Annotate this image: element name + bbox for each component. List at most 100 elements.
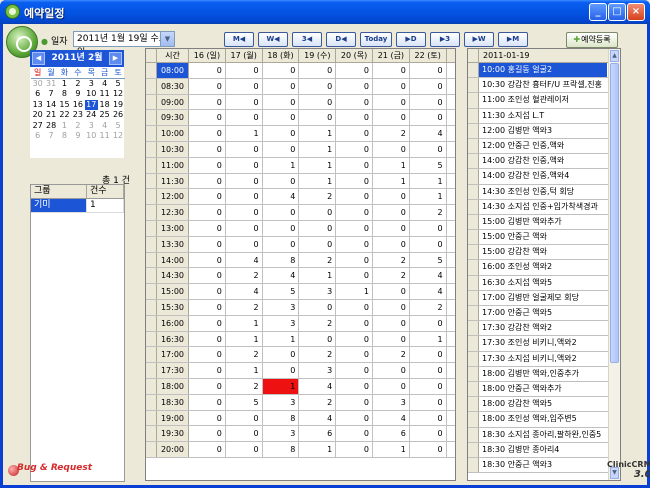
count-cell[interactable]: 0: [336, 394, 373, 410]
count-cell[interactable]: 0: [336, 252, 373, 268]
prev-day-button[interactable]: D◀: [326, 32, 356, 47]
count-cell[interactable]: 0: [226, 63, 263, 78]
count-cell[interactable]: 0: [226, 410, 263, 426]
count-cell[interactable]: 2: [226, 378, 263, 394]
list-item[interactable]: 12:00 김병만 액와3: [468, 123, 620, 139]
appointment-text[interactable]: 17:00 안중근 액와5: [479, 306, 607, 320]
count-cell[interactable]: 2: [299, 394, 337, 410]
count-cell[interactable]: 0: [410, 63, 447, 78]
row-indicator[interactable]: [146, 220, 157, 236]
list-item[interactable]: 15:00 김병만 액와추가: [468, 214, 620, 231]
row-indicator[interactable]: [146, 94, 157, 110]
calendar-day[interactable]: 10: [85, 89, 98, 100]
calendar-day[interactable]: 5: [111, 79, 124, 90]
count-cell[interactable]: 0: [336, 110, 373, 126]
count-cell[interactable]: 0: [263, 236, 300, 252]
day-col-header[interactable]: 18 (화): [263, 49, 300, 62]
count-cell[interactable]: 0: [410, 426, 447, 442]
count-cell[interactable]: 1: [262, 378, 300, 394]
row-indicator[interactable]: [468, 351, 479, 366]
count-cell[interactable]: 2: [226, 347, 263, 363]
appointment-text[interactable]: 17:00 김병만 얼굴제모 회당: [479, 291, 607, 305]
list-item[interactable]: 18:30 소지섭 종아리,팔하완,인중5: [468, 427, 620, 443]
table-row[interactable]: 08:30 0 0 0 0 0 0 0: [146, 78, 455, 95]
row-indicator[interactable]: [468, 169, 479, 184]
count-cell[interactable]: 0: [263, 126, 300, 141]
appointment-text[interactable]: 18:30 안중근 액와3: [479, 458, 607, 472]
table-row[interactable]: 09:00 0 0 0 0 0 0 0: [146, 94, 455, 111]
count-cell[interactable]: 1: [410, 173, 447, 189]
count-cell[interactable]: 0: [410, 378, 447, 394]
row-indicator[interactable]: [468, 275, 479, 290]
next-month-button[interactable]: ▶M: [498, 32, 528, 47]
list-item[interactable]: 14:00 강감찬 인중,액와: [468, 154, 620, 170]
calendar-day[interactable]: 7: [44, 131, 57, 142]
count-cell[interactable]: 0: [410, 410, 447, 426]
count-cell[interactable]: 0: [373, 205, 410, 220]
next-week-button[interactable]: ▶W: [464, 32, 494, 47]
count-cell[interactable]: 0: [263, 141, 300, 157]
calendar-day[interactable]: 20: [31, 110, 44, 121]
count-cell[interactable]: 4: [226, 252, 263, 268]
row-indicator[interactable]: [146, 363, 157, 378]
list-item[interactable]: 10:30 강감찬 흉터F/U 프락셀,진홍: [468, 78, 620, 94]
calendar-day[interactable]: 4: [98, 121, 111, 132]
appointment-text[interactable]: 10:30 강감찬 흉터F/U 프락셀,진홍: [479, 78, 607, 92]
appointment-text[interactable]: 18:30 김병만 종아리4: [479, 443, 607, 457]
count-cell[interactable]: 0: [373, 220, 410, 236]
list-item[interactable]: 15:00 강감찬 액와: [468, 245, 620, 261]
count-cell[interactable]: 0: [189, 63, 226, 78]
count-cell[interactable]: 0: [373, 63, 410, 78]
count-cell[interactable]: 0: [336, 78, 373, 94]
table-row[interactable]: 19:00 0 0 8 4 0 4 0: [146, 410, 455, 427]
row-indicator[interactable]: [146, 78, 157, 94]
table-row[interactable]: 10:00 0 1 0 1 0 2 4: [146, 126, 455, 142]
count-cell[interactable]: 0: [373, 189, 410, 205]
count-cell[interactable]: 0: [263, 205, 300, 220]
calendar-day[interactable]: 24: [85, 110, 98, 121]
count-cell[interactable]: 0: [373, 378, 410, 394]
count-cell[interactable]: 0: [336, 63, 373, 78]
list-item[interactable]: 18:30 안중근 액와3: [468, 457, 620, 474]
count-cell[interactable]: 1: [263, 157, 300, 173]
row-indicator[interactable]: [468, 199, 479, 214]
calendar-day[interactable]: 31: [44, 79, 57, 90]
row-indicator[interactable]: [468, 381, 479, 397]
count-cell[interactable]: 0: [299, 205, 337, 220]
table-row[interactable]: 13:00 0 0 0 0 0 0 0: [146, 220, 455, 237]
time-cell[interactable]: 09:30: [157, 110, 189, 126]
count-cell[interactable]: 0: [226, 189, 263, 205]
row-indicator[interactable]: [468, 93, 479, 108]
count-cell[interactable]: 0: [373, 110, 410, 126]
row-indicator[interactable]: [468, 108, 479, 123]
appointment-text[interactable]: 15:00 강감찬 액와: [479, 245, 607, 259]
count-cell[interactable]: 0: [410, 442, 447, 457]
list-item[interactable]: 18:30 김병만 종아리4: [468, 442, 620, 458]
count-cell[interactable]: 0: [299, 78, 337, 94]
row-indicator[interactable]: [468, 397, 479, 412]
appointment-text[interactable]: 12:00 안중근 인중,액와: [479, 139, 607, 153]
next-3day-button[interactable]: ▶3: [430, 32, 460, 47]
count-cell[interactable]: 0: [226, 442, 263, 457]
list-item[interactable]: 18:00 김병만 액와,인중추가: [468, 366, 620, 382]
count-cell[interactable]: 5: [410, 252, 447, 268]
count-cell[interactable]: 2: [226, 268, 263, 284]
count-cell[interactable]: 1: [299, 126, 337, 141]
count-cell[interactable]: 0: [189, 410, 226, 426]
appointment-text[interactable]: 17:30 소지섭 비키니,액와2: [479, 352, 607, 366]
row-indicator[interactable]: [468, 230, 479, 245]
count-cell[interactable]: 2: [299, 347, 337, 363]
list-item[interactable]: 14:30 조인성 인중,턱 회당: [468, 184, 620, 200]
count-cell[interactable]: 0: [263, 220, 300, 236]
appointment-text[interactable]: 18:00 조인성 액와,입주변5: [479, 412, 607, 426]
time-cell[interactable]: 17:00: [157, 347, 189, 363]
list-item[interactable]: 17:30 소지섭 비키니,액와2: [468, 351, 620, 367]
calendar-day[interactable]: 22: [58, 110, 71, 121]
count-cell[interactable]: 0: [226, 220, 263, 236]
count-cell[interactable]: 0: [189, 252, 226, 268]
chevron-down-icon[interactable]: ▼: [160, 32, 174, 46]
calendar-day[interactable]: 9: [71, 89, 84, 100]
row-indicator[interactable]: [146, 63, 157, 78]
count-cell[interactable]: 4: [299, 410, 337, 426]
appointment-text[interactable]: 18:30 소지섭 종아리,팔하완,인중5: [479, 428, 607, 442]
